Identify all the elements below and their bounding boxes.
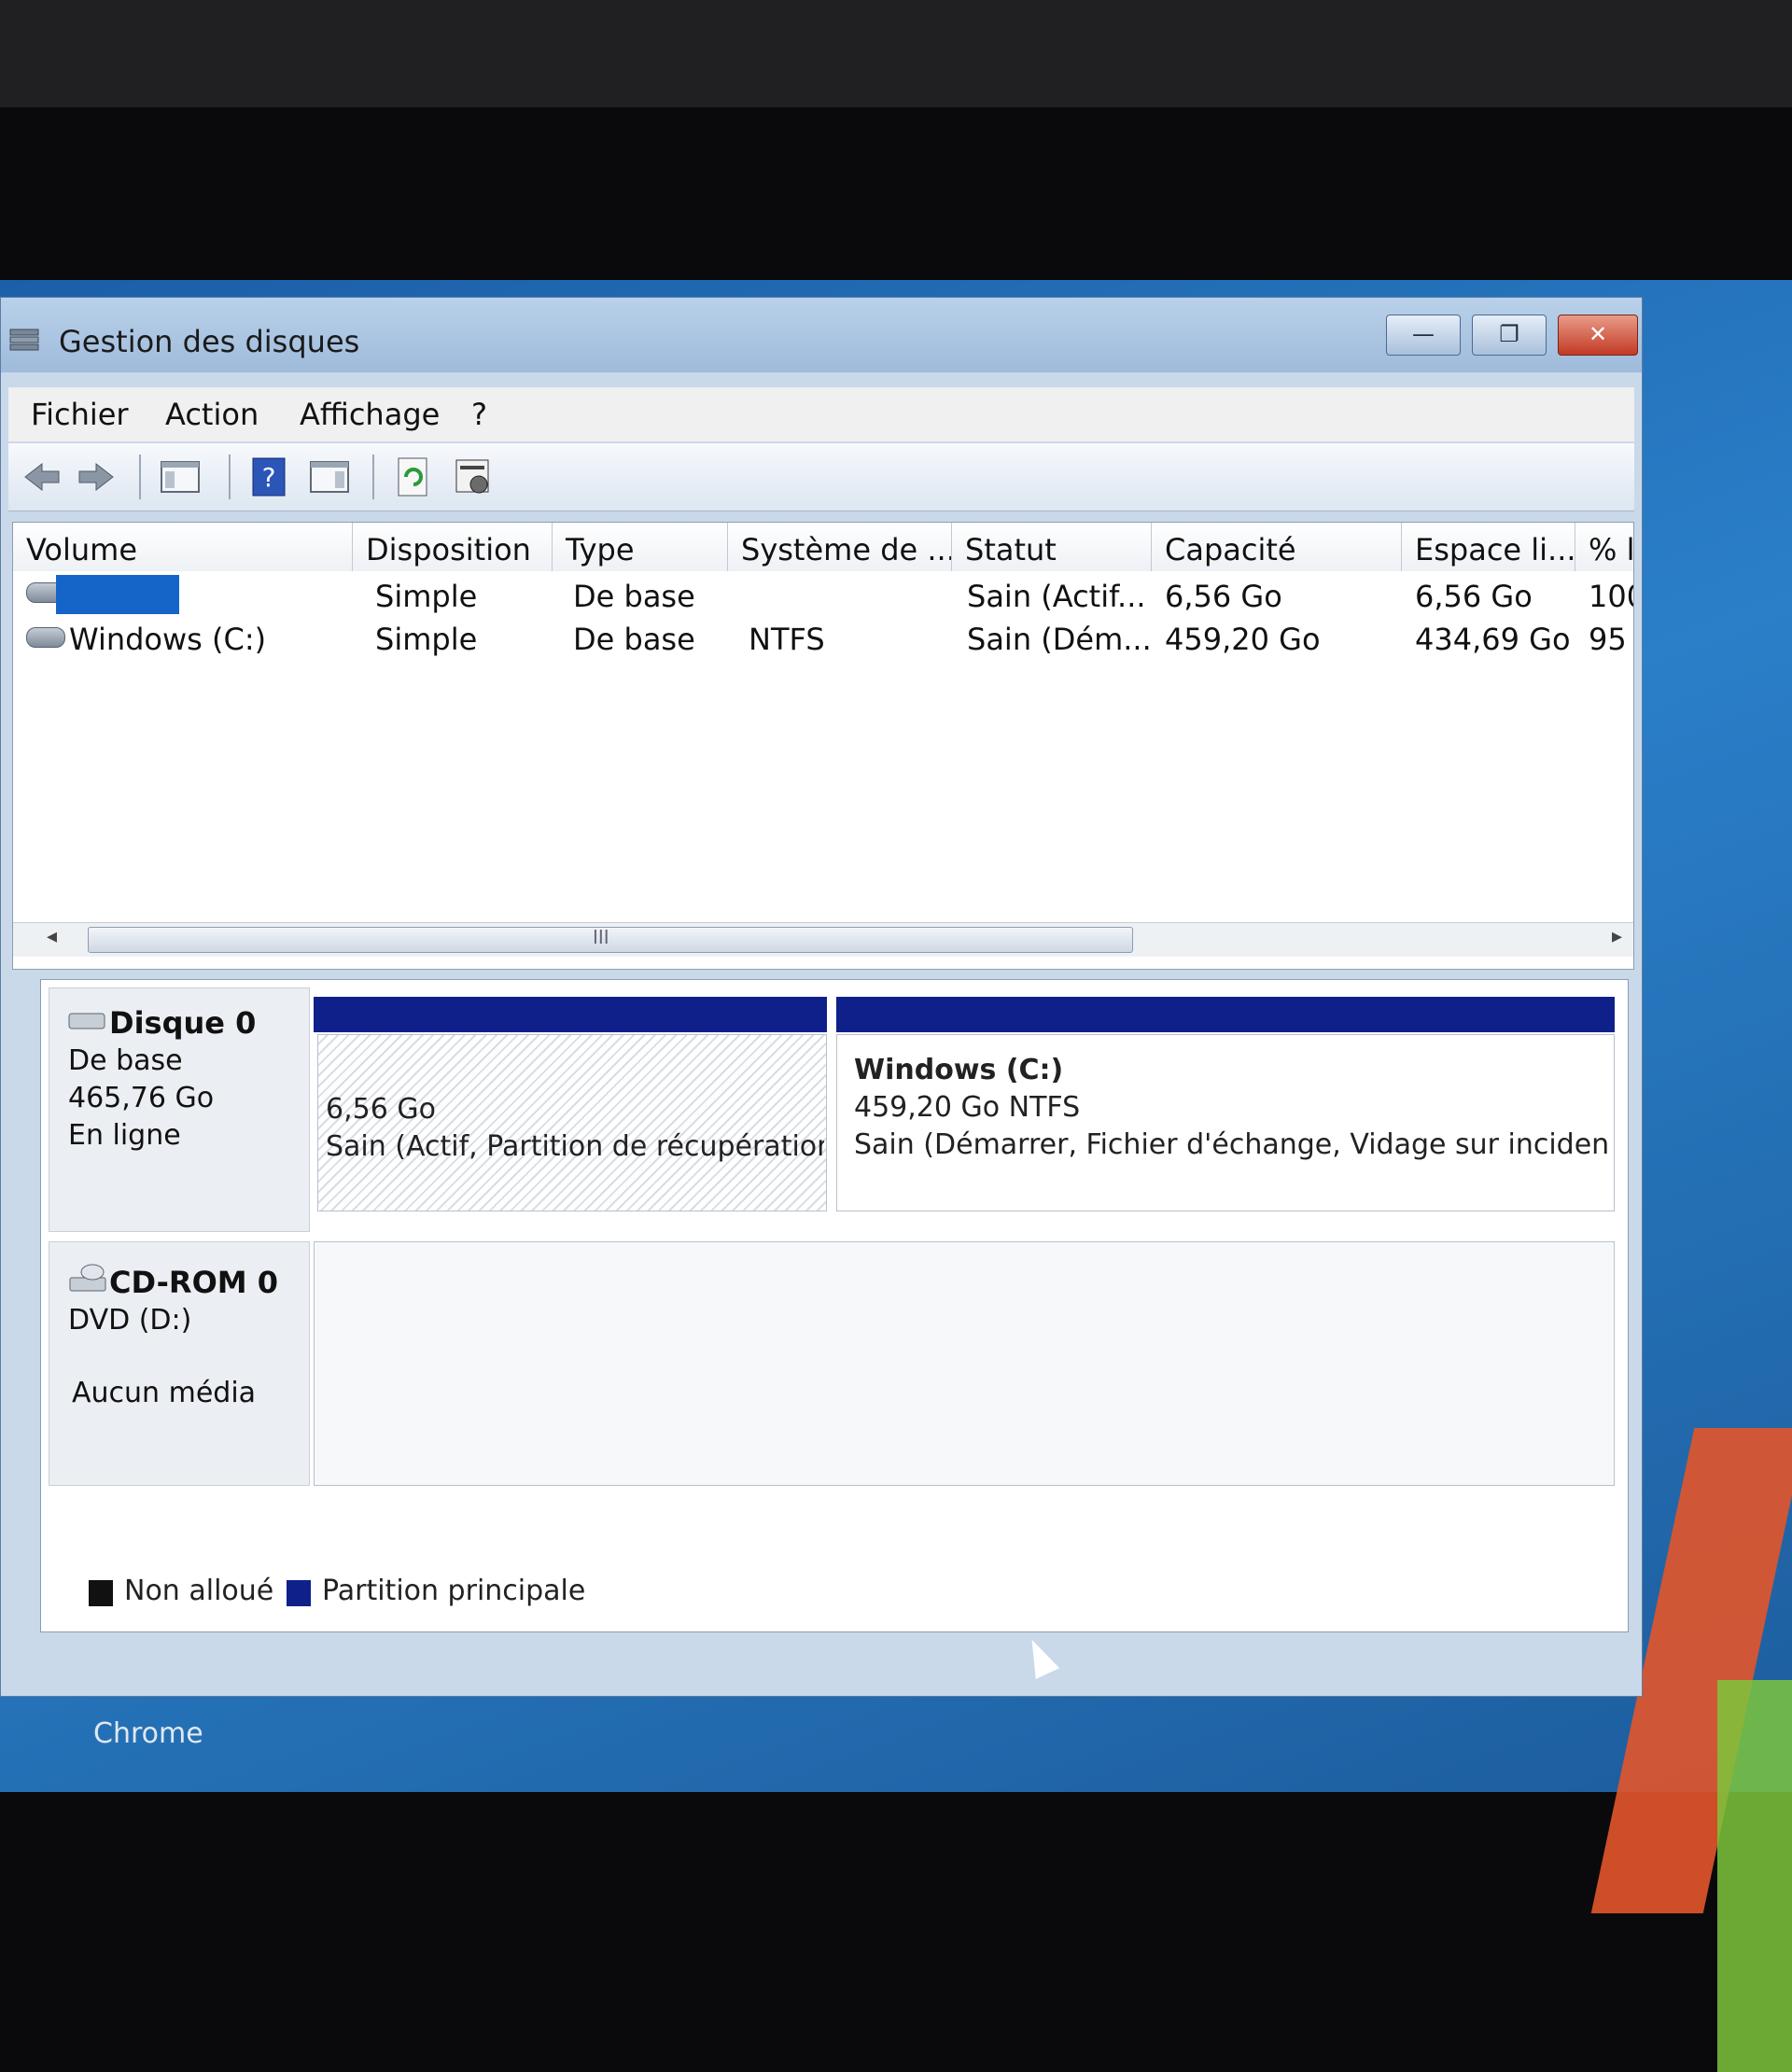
col-statut[interactable]: Statut xyxy=(952,523,1152,571)
refresh-icon[interactable] xyxy=(391,455,436,499)
wallpaper-stripe xyxy=(1717,1680,1792,2072)
volume-icon xyxy=(26,627,65,648)
disk0-label[interactable]: Disque 0 De base 465,76 Go En ligne xyxy=(49,987,310,1232)
maximize-icon: ❐ xyxy=(1499,321,1519,347)
cell-statut: Sain (Dém... xyxy=(967,622,1150,657)
col-capacite[interactable]: Capacité xyxy=(1152,523,1402,571)
legend-swatch-primary xyxy=(287,1580,311,1606)
console-tree-icon[interactable] xyxy=(158,455,203,499)
forward-icon[interactable] xyxy=(74,455,119,499)
scroll-grip: III xyxy=(593,926,609,948)
cdrom0-area[interactable] xyxy=(314,1241,1615,1486)
menu-bar: Fichier Action Affichage ? xyxy=(8,387,1634,441)
windows-c-partition[interactable]: Windows (C:) 459,20 Go NTFS Sain (Démarr… xyxy=(836,1034,1615,1211)
close-icon: ✕ xyxy=(1588,321,1608,347)
cell-capacite: 6,56 Go xyxy=(1165,579,1282,614)
cdrom0-label[interactable]: CD-ROM 0 DVD (D:) Aucun média xyxy=(49,1241,310,1486)
col-espace-libre[interactable]: Espace li... xyxy=(1402,523,1575,571)
legend-swatch-unallocated xyxy=(89,1580,113,1606)
disk0-type: De base xyxy=(68,1044,183,1077)
cell-percent-free: 95 xyxy=(1589,622,1627,657)
cdrom0-status: Aucun média xyxy=(72,1377,257,1409)
monitor-bezel xyxy=(0,0,1792,107)
hard-disk-icon xyxy=(68,1013,105,1029)
properties-icon[interactable] xyxy=(451,455,496,499)
legend-primary: Partition principale xyxy=(322,1575,586,1607)
partition-title: Windows (C:) xyxy=(854,1054,1064,1086)
cell-percent-free: 100 xyxy=(1589,579,1633,614)
window-title: Gestion des disques xyxy=(59,324,360,359)
minimize-icon: — xyxy=(1412,321,1435,347)
disk0-name: Disque 0 xyxy=(109,1005,257,1041)
horizontal-scrollbar[interactable]: ◂ III ▸ xyxy=(13,922,1633,957)
partition-bar xyxy=(314,997,827,1032)
redacted-volume-name xyxy=(56,575,179,614)
volume-list: Volume Disposition Type Système de ... S… xyxy=(12,522,1634,970)
partition-size: 459,20 Go NTFS xyxy=(854,1091,1081,1124)
cdrom-icon xyxy=(69,1264,106,1292)
panel-icon[interactable] xyxy=(307,455,352,499)
close-button[interactable]: ✕ xyxy=(1558,315,1638,356)
toolbar-separator xyxy=(372,455,374,499)
col-filesystem[interactable]: Système de ... xyxy=(728,523,952,571)
disk0-size: 465,76 Go xyxy=(68,1082,215,1114)
toolbar: ? xyxy=(8,443,1634,511)
cell-type: De base xyxy=(573,622,695,657)
cell-disposition: Simple xyxy=(375,579,478,614)
svg-text:?: ? xyxy=(262,462,276,493)
scroll-right-icon[interactable]: ▸ xyxy=(1612,925,1622,948)
menu-action[interactable]: Action xyxy=(165,397,259,432)
help-icon[interactable]: ? xyxy=(247,455,292,499)
partition-status: Sain (Actif, Partition de récupération xyxy=(326,1130,824,1163)
menu-fichier[interactable]: Fichier xyxy=(31,397,129,432)
partition-size: 6,56 Go xyxy=(326,1093,436,1126)
menu-affichage[interactable]: Affichage xyxy=(300,397,440,432)
cell-type: De base xyxy=(573,579,695,614)
cell-espace-libre: 6,56 Go xyxy=(1415,579,1533,614)
toolbar-separator xyxy=(139,455,141,499)
cell-espace-libre: 434,69 Go xyxy=(1415,622,1571,657)
col-disposition[interactable]: Disposition xyxy=(353,523,553,571)
back-icon[interactable] xyxy=(20,455,64,499)
cell-disposition: Simple xyxy=(375,622,478,657)
recovery-partition[interactable]: 6,56 Go Sain (Actif, Partition de récupé… xyxy=(317,1034,827,1211)
maximize-button[interactable]: ❐ xyxy=(1472,315,1547,356)
cell-statut: Sain (Actif... xyxy=(967,579,1146,614)
disk-management-icon xyxy=(9,329,39,351)
menu-help[interactable]: ? xyxy=(471,397,487,432)
scrollbar-thumb[interactable]: III xyxy=(88,926,1133,953)
col-volume[interactable]: Volume xyxy=(13,523,353,571)
col-type[interactable]: Type xyxy=(553,523,728,571)
col-percent-free[interactable]: % l xyxy=(1575,523,1633,571)
cdrom0-drive: DVD (D:) xyxy=(68,1304,192,1337)
graphical-disk-view: Disque 0 De base 465,76 Go En ligne 6,56… xyxy=(40,979,1629,1632)
minimize-button[interactable]: — xyxy=(1386,315,1461,356)
scroll-left-icon[interactable]: ◂ xyxy=(47,925,57,948)
cell-capacite: 459,20 Go xyxy=(1165,622,1321,657)
partition-status: Sain (Démarrer, Fichier d'échange, Vidag… xyxy=(854,1128,1610,1161)
partition-bar xyxy=(836,997,1615,1032)
disk-management-window: Gestion des disques — ❐ ✕ Fichier Action… xyxy=(0,297,1643,1697)
disk0-status: En ligne xyxy=(68,1119,181,1152)
cell-filesystem: NTFS xyxy=(749,622,825,657)
legend-unallocated: Non alloué xyxy=(124,1575,274,1607)
title-bar[interactable]: Gestion des disques — ❐ ✕ xyxy=(1,298,1642,372)
volume-name: Windows (C:) xyxy=(69,622,267,657)
cdrom0-name: CD-ROM 0 xyxy=(109,1265,279,1300)
desktop-icon-label[interactable]: Chrome xyxy=(93,1717,203,1750)
toolbar-separator xyxy=(229,455,231,499)
